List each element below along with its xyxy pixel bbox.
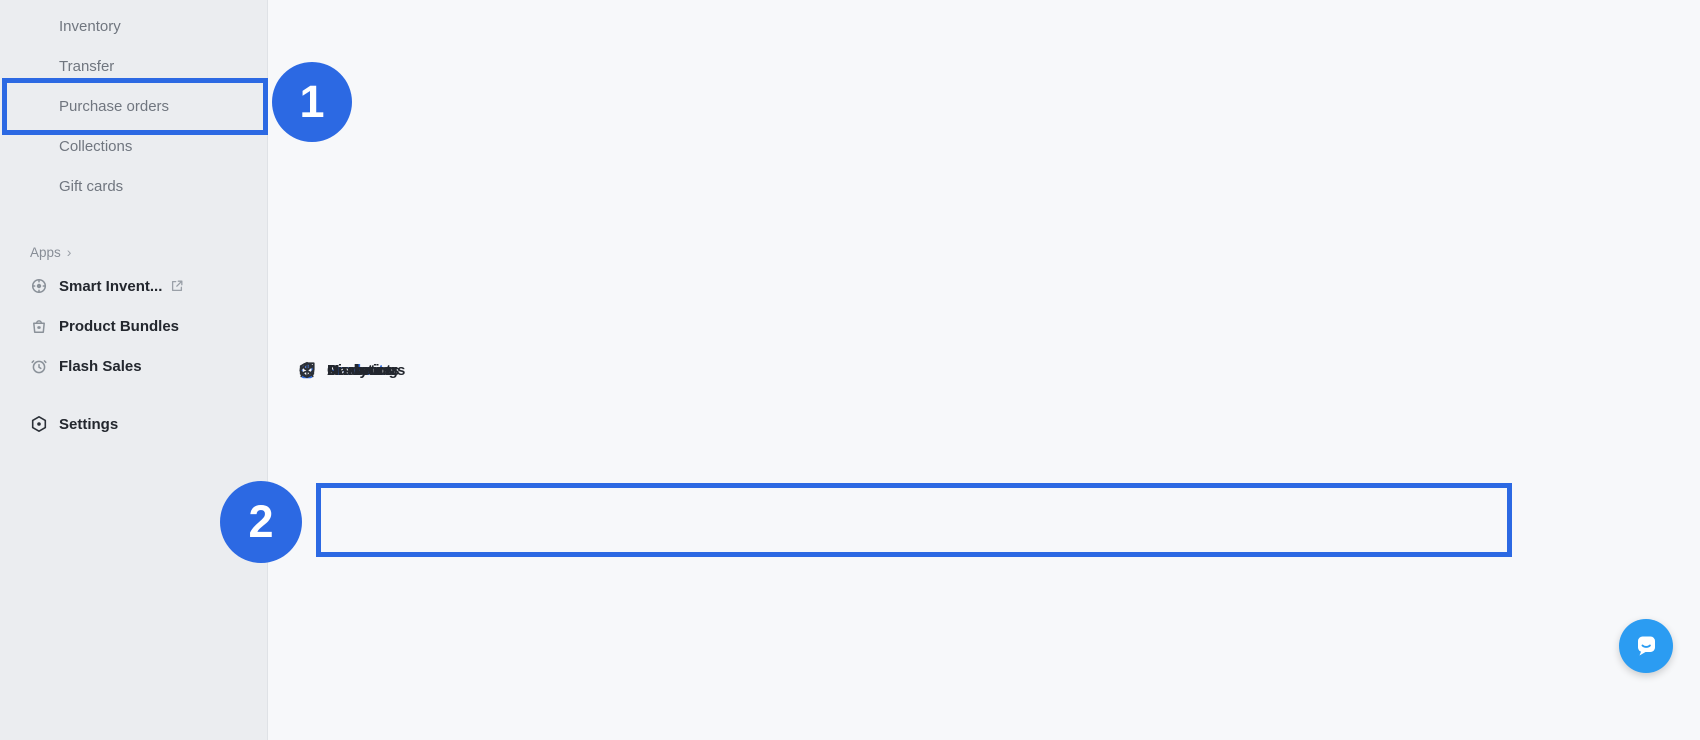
chat-widget-button[interactable] bbox=[1619, 619, 1673, 673]
sidebar-item-collections[interactable]: Collections bbox=[0, 126, 267, 166]
sidebar-item-inventory[interactable]: Inventory bbox=[0, 6, 267, 46]
chat-bubble-icon bbox=[1632, 632, 1660, 660]
analytics-icon bbox=[298, 361, 316, 379]
sidebar-nav-list: Home Orders 86 Products Invent bbox=[0, 6, 267, 206]
sidebar-item-analytics[interactable]: Analytics bbox=[268, 0, 1700, 740]
sidebar-item-purchase-orders[interactable]: Purchase orders bbox=[0, 86, 267, 126]
chevron-right-icon: › bbox=[67, 244, 72, 260]
sidebar-app-item-product-bundles[interactable]: Product Bundles bbox=[0, 306, 267, 346]
sidebar-section-apps[interactable]: Apps › bbox=[0, 238, 267, 266]
sidebar-app-item-flash-sales[interactable]: Flash Sales bbox=[0, 346, 267, 386]
sidebar-item-gift-cards[interactable]: Gift cards bbox=[0, 166, 267, 206]
sidebar-item-transfer[interactable]: Transfer bbox=[0, 46, 267, 86]
gear-icon bbox=[30, 415, 48, 433]
sidebar-apps-list: Smart Invent... Product Bundles Flash Sa… bbox=[0, 266, 267, 386]
external-link-icon bbox=[170, 279, 184, 293]
product-bundles-icon bbox=[30, 317, 48, 335]
sidebar-app-item-smart-invent[interactable]: Smart Invent... bbox=[0, 266, 267, 306]
sidebar-item-settings[interactable]: Settings bbox=[0, 404, 267, 444]
products-admin-page: Home Orders 86 Products Invent bbox=[0, 0, 1700, 740]
smart-inventory-icon bbox=[30, 277, 48, 295]
flash-sales-icon bbox=[30, 357, 48, 375]
sidebar: Home Orders 86 Products Invent bbox=[0, 0, 268, 740]
